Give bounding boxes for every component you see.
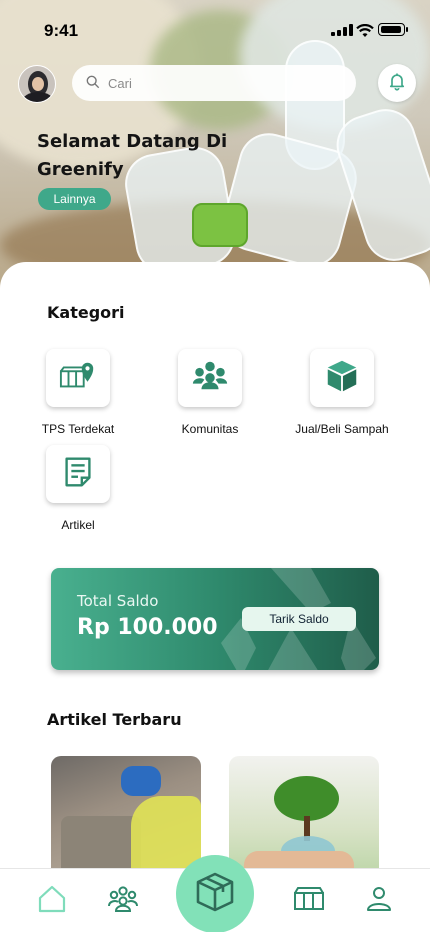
bell-icon: [387, 71, 407, 95]
nav-package-fab[interactable]: [176, 855, 254, 932]
category-label: Jual/Beli Sampah: [295, 422, 389, 436]
balance-amount: Rp 100.000: [77, 615, 218, 640]
article-image: [61, 816, 141, 876]
withdraw-button[interactable]: Tarik Saldo: [242, 607, 356, 631]
status-time: 9:41: [44, 21, 79, 40]
community-icon: [107, 883, 139, 919]
category-jual-beli-sampah[interactable]: Jual/Beli Sampah: [282, 349, 402, 436]
article-image: [274, 776, 339, 821]
nav-home[interactable]: [34, 883, 70, 919]
balance-label: Total Saldo: [77, 592, 159, 610]
nav-profile[interactable]: [361, 883, 397, 919]
search-icon: [86, 74, 100, 93]
search-bar[interactable]: [72, 65, 356, 101]
package-icon: [193, 870, 237, 918]
category-komunitas[interactable]: Komunitas: [150, 349, 270, 436]
signal-icon: [331, 24, 353, 36]
hero-bottle-cap-image: [192, 203, 248, 247]
nav-store[interactable]: [291, 883, 327, 919]
category-label: Komunitas: [181, 422, 239, 436]
store-icon: [293, 883, 325, 919]
status-bar: 9:41: [0, 0, 430, 60]
profile-icon: [363, 883, 395, 919]
map-marker-store-icon: [59, 357, 97, 399]
notification-button[interactable]: [378, 64, 416, 102]
category-tile[interactable]: [310, 349, 374, 407]
category-tps-terdekat[interactable]: TPS Terdekat: [18, 349, 138, 436]
nav-community[interactable]: [105, 883, 141, 919]
category-tile[interactable]: [178, 349, 242, 407]
home-icon: [36, 883, 68, 919]
community-icon: [191, 357, 229, 399]
welcome-title: Selamat Datang Di Greenify: [37, 131, 228, 180]
article-card[interactable]: [229, 756, 379, 881]
avatar[interactable]: [18, 65, 56, 103]
article-card[interactable]: [51, 756, 201, 881]
category-label: TPS Terdekat: [41, 422, 115, 436]
category-label: Artikel: [61, 518, 95, 532]
battery-icon: [378, 23, 408, 36]
search-input[interactable]: [108, 75, 338, 91]
more-button[interactable]: Lainnya: [38, 188, 111, 210]
kategori-title: Kategori: [47, 303, 125, 322]
balance-card: Total Saldo Rp 100.000 Tarik Saldo: [51, 568, 379, 670]
category-tile[interactable]: [46, 349, 110, 407]
package-icon: [323, 357, 361, 399]
category-artikel[interactable]: Artikel: [18, 445, 138, 532]
article-icon: [59, 453, 97, 495]
wifi-icon: [356, 23, 374, 37]
article-image: [121, 766, 161, 796]
artikel-title: Artikel Terbaru: [47, 710, 182, 729]
category-tile[interactable]: [46, 445, 110, 503]
